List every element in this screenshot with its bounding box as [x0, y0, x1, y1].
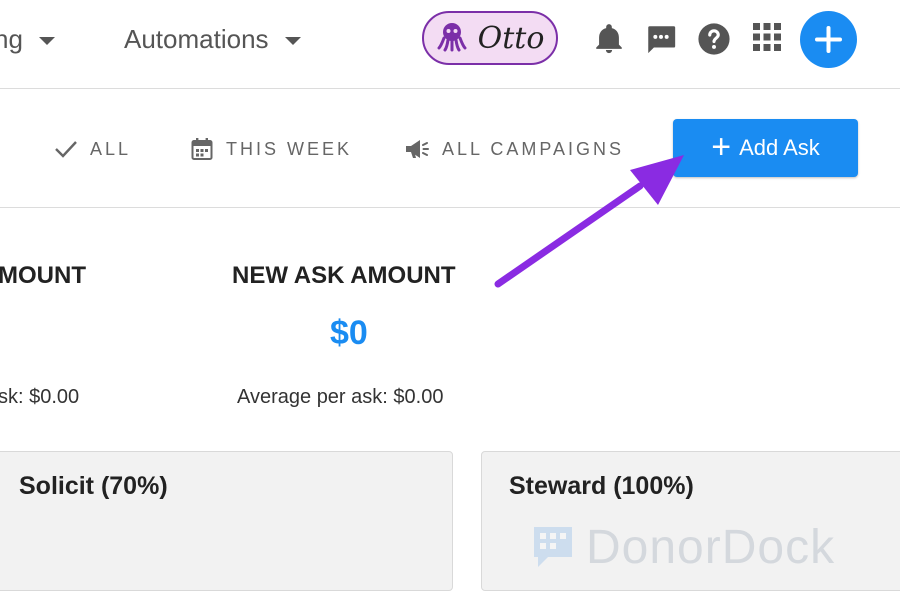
nav-menu-partial-label: ng	[0, 23, 23, 54]
add-ask-button[interactable]: + Add Ask	[673, 119, 858, 177]
calendar-icon	[191, 138, 213, 160]
otto-assistant-button[interactable]: Otto	[422, 11, 558, 65]
chevron-down-icon	[38, 37, 55, 45]
apps-button[interactable]	[752, 22, 786, 56]
filter-all-campaigns-label: ALL CAMPAIGNS	[442, 138, 625, 159]
plus-icon: +	[711, 127, 732, 166]
chevron-down-icon	[284, 37, 301, 45]
otto-label: Otto	[477, 20, 545, 56]
notifications-button[interactable]	[592, 22, 626, 56]
filter-all-campaigns[interactable]: ALL CAMPAIGNS	[404, 137, 624, 161]
megaphone-icon	[406, 140, 429, 158]
nav-menu-automations[interactable]: Automations	[124, 22, 301, 56]
octopus-icon	[436, 20, 468, 57]
apps-grid-icon	[753, 23, 781, 51]
add-ask-label: Add Ask	[739, 135, 820, 160]
stat-partial-title: MOUNT	[0, 262, 86, 289]
check-icon	[55, 141, 77, 158]
help-button[interactable]	[697, 22, 731, 56]
watermark-text: DonorDock	[586, 521, 836, 574]
chat-bubble-logo-icon	[534, 526, 572, 567]
nav-automations-label: Automations	[124, 23, 269, 54]
filter-all-label: ALL	[90, 138, 132, 159]
filter-all[interactable]: ALL	[54, 137, 131, 161]
bell-icon	[596, 24, 622, 54]
new-ask-amount-title: NEW ASK AMOUNT	[232, 262, 456, 289]
stage-card-title: Solicit (70%)	[19, 472, 168, 500]
plus-icon	[815, 26, 842, 53]
messages-button[interactable]	[643, 22, 677, 56]
new-ask-amount-value: $0	[330, 314, 368, 352]
new-ask-average: Average per ask: $0.00	[237, 386, 444, 408]
filter-bar: ALL THIS WEEK ALL CAMPAIGNS + Add Ask	[0, 89, 900, 208]
chat-icon	[648, 26, 676, 54]
filter-this-week-label: THIS WEEK	[226, 138, 353, 159]
quick-add-button[interactable]	[800, 11, 857, 68]
stat-partial-average: sk: $0.00	[0, 386, 80, 408]
top-nav: ng Automations Otto	[0, 0, 900, 89]
help-icon	[698, 23, 730, 55]
filter-this-week[interactable]: THIS WEEK	[190, 137, 352, 161]
nav-menu-partial[interactable]: ng	[0, 22, 55, 56]
donordock-watermark: DonorDock	[530, 520, 835, 575]
stage-card-title: Steward (100%)	[509, 472, 694, 500]
stage-card-solicit[interactable]: Solicit (70%)	[0, 451, 453, 591]
